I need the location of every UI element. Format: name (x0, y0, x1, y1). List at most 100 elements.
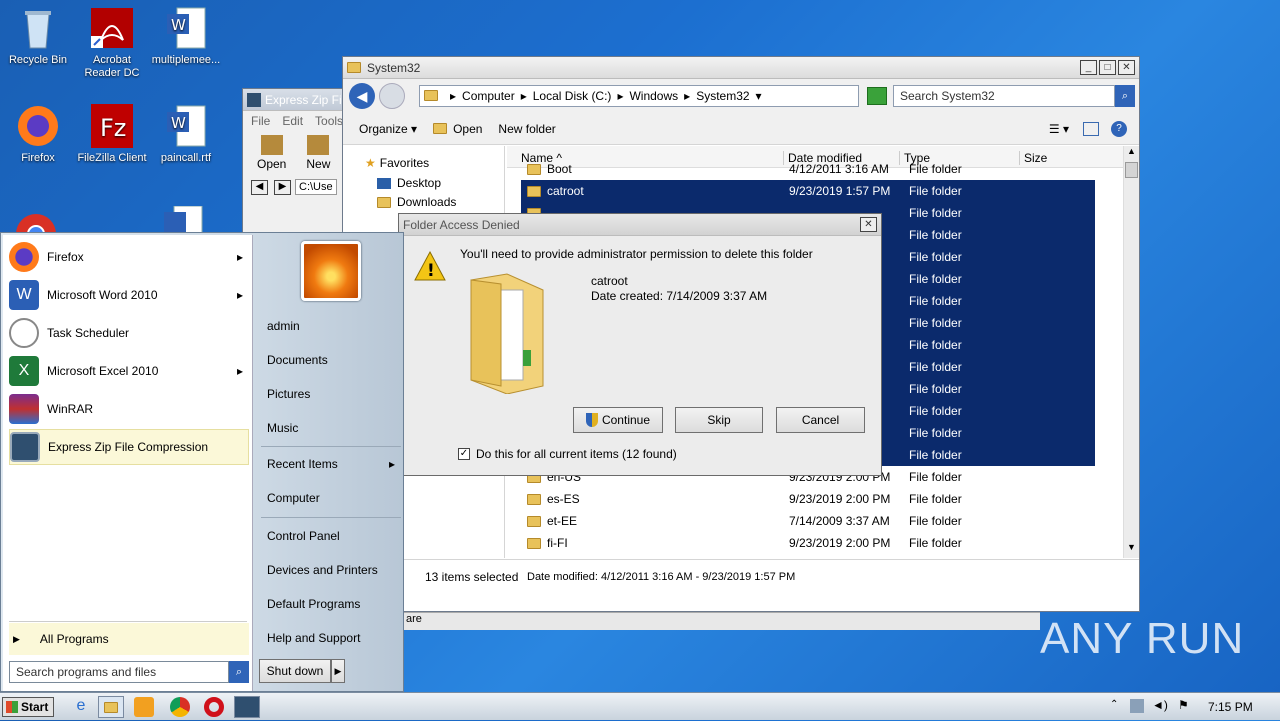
ie-icon[interactable]: e (68, 697, 94, 719)
firefox-icon (9, 242, 39, 272)
shutdown-button[interactable]: Shut down (259, 659, 331, 683)
menu-edit[interactable]: Edit (282, 114, 303, 128)
program-winrar[interactable]: WinRAR (9, 391, 249, 427)
open-button[interactable]: Open (257, 135, 286, 171)
start-right-item[interactable]: Help and Support (259, 623, 401, 653)
tray-network-icon[interactable] (1130, 699, 1144, 713)
maximize-button[interactable]: □ (1099, 60, 1116, 75)
dialog-close-button[interactable]: ✕ (860, 217, 877, 232)
menu-file[interactable]: File (251, 114, 270, 128)
word-icon: W (9, 280, 39, 310)
chevron-down-icon[interactable]: ▾ (756, 89, 762, 103)
word-document-icon[interactable] (162, 205, 204, 235)
new-package-icon (307, 135, 330, 155)
explorer-titlebar[interactable]: System32 _ □ ✕ (343, 57, 1139, 79)
file-name: fi-FI (547, 536, 568, 550)
file-row[interactable]: et-EE 7/14/2009 3:37 AM File folder (521, 510, 1095, 532)
breadcrumb-local-disk[interactable]: Local Disk (C:) (533, 89, 612, 103)
start-right-item[interactable]: Devices and Printers (259, 555, 401, 585)
scroll-thumb[interactable] (1125, 162, 1138, 178)
opera-icon[interactable] (204, 697, 224, 717)
address-field[interactable]: ▸ Computer ▸ Local Disk (C:) ▸ Windows ▸… (419, 85, 859, 107)
forward-button[interactable] (379, 83, 405, 109)
forward-arrow-icon[interactable]: ▶ (274, 179, 291, 195)
view-options-icon[interactable]: ☰ ▾ (1049, 122, 1069, 136)
user-picture[interactable] (301, 241, 361, 301)
start-right-item[interactable]: Default Programs (259, 589, 401, 619)
file-row[interactable]: es-ES 9/23/2019 2:00 PM File folder (521, 488, 1095, 510)
nav-downloads[interactable]: Downloads (377, 195, 456, 209)
scroll-up-icon[interactable]: ▲ (1124, 146, 1139, 162)
start-right-item[interactable]: Computer (259, 483, 401, 513)
desktop-icon-filezilla[interactable]: Fz FileZilla Client (74, 104, 150, 165)
cancel-button[interactable]: Cancel (776, 407, 865, 433)
nav-favorites[interactable]: ★ Favorites (365, 156, 429, 170)
open-button[interactable]: Open (433, 122, 482, 136)
explorer-title: System32 (367, 60, 421, 75)
help-icon[interactable]: ? (1111, 120, 1127, 137)
file-type: File folder (909, 184, 962, 198)
search-input[interactable]: Search System32 (893, 85, 1115, 107)
program-task-scheduler[interactable]: Task Scheduler (9, 315, 249, 351)
start-right-item[interactable]: Pictures (259, 379, 401, 409)
tray-expand-icon[interactable]: ⌃ (1110, 699, 1118, 710)
new-button[interactable]: New (306, 135, 330, 171)
chrome-taskbar-icon[interactable] (170, 697, 190, 717)
start-right-item[interactable]: Documents (259, 345, 401, 375)
file-row[interactable]: fi-FI 9/23/2019 2:00 PM File folder (521, 532, 1095, 554)
scroll-down-icon[interactable]: ▼ (1124, 542, 1139, 558)
explorer-taskbar-icon[interactable] (98, 696, 124, 718)
close-button[interactable]: ✕ (1118, 60, 1135, 75)
media-player-icon[interactable] (134, 697, 154, 717)
desktop-icon-recycle-bin[interactable]: Recycle Bin (0, 6, 76, 67)
folder-access-denied-dialog[interactable]: Folder Access Denied ✕ ! You'll need to … (398, 213, 882, 476)
menu-tools[interactable]: Tools (315, 114, 343, 128)
file-row[interactable]: catroot 9/23/2019 1:57 PM File folder (521, 180, 1095, 202)
folder-icon (347, 62, 361, 73)
all-programs-button[interactable]: ▶ All Programs (9, 623, 249, 655)
program-word[interactable]: W Microsoft Word 2010 ▸ (9, 277, 249, 313)
start-button[interactable]: Start (2, 697, 54, 717)
nav-desktop[interactable]: Desktop (377, 176, 441, 190)
program-excel[interactable]: X Microsoft Excel 2010 ▸ (9, 353, 249, 389)
start-right-item[interactable]: Recent Items ▸ (259, 449, 401, 479)
clock[interactable]: 7:15 PM (1208, 700, 1253, 714)
new-folder-button[interactable]: New folder (498, 122, 555, 136)
dialog-titlebar[interactable]: Folder Access Denied ✕ (399, 214, 881, 236)
desktop-icon-acrobat[interactable]: Acrobat Reader DC (74, 6, 150, 80)
start-search-input[interactable]: Search programs and files (9, 661, 229, 683)
start-search-icon[interactable]: ⌕ (229, 661, 249, 683)
back-arrow-icon[interactable]: ◀ (251, 179, 268, 195)
path-field[interactable]: C:\Use (295, 179, 337, 195)
desktop-icon-paincall[interactable]: W paincall.rtf (148, 104, 224, 165)
start-right-item[interactable]: Music (259, 413, 401, 443)
breadcrumb-system32[interactable]: System32 (696, 89, 749, 103)
continue-button[interactable]: Continue (573, 407, 663, 433)
vertical-scrollbar[interactable]: ▲ ▼ (1123, 146, 1139, 558)
file-row[interactable]: Boot 4/12/2011 3:16 AM File folder (521, 163, 1095, 180)
tray-volume-icon[interactable]: ◄) (1152, 698, 1168, 712)
program-express-zip[interactable]: Express Zip File Compression (9, 429, 249, 465)
breadcrumb-computer[interactable]: Computer (462, 89, 515, 103)
star-icon: ★ (365, 156, 376, 170)
minimize-button[interactable]: _ (1080, 60, 1097, 75)
preview-pane-icon[interactable] (1083, 121, 1099, 136)
skip-button[interactable]: Skip (675, 407, 763, 433)
breadcrumb-windows[interactable]: Windows (629, 89, 678, 103)
chrome-icon[interactable] (14, 204, 58, 243)
refresh-button[interactable] (867, 87, 887, 105)
apply-to-all-checkbox[interactable]: ✓ Do this for all current items (12 foun… (458, 447, 677, 461)
start-right-item[interactable]: admin (259, 311, 401, 341)
desktop-icon-firefox[interactable]: Firefox (0, 104, 76, 165)
express-zip-taskbar-icon[interactable] (234, 696, 260, 718)
file-type: File folder (909, 448, 962, 462)
start-right-item[interactable]: Control Panel (259, 521, 401, 551)
program-firefox[interactable]: Firefox ▸ (9, 239, 249, 275)
desktop-icon-multiplemee[interactable]: W multiplemee... (148, 6, 224, 67)
organize-button[interactable]: Organize ▾ (359, 122, 417, 136)
shutdown-options-button[interactable]: ▶ (331, 659, 345, 683)
search-icon[interactable]: ⌕ (1115, 85, 1135, 107)
tray-flag-icon[interactable]: ⚑ (1178, 698, 1189, 712)
chevron-right-icon: ▸ (520, 89, 527, 103)
back-button[interactable]: ◀ (349, 83, 375, 109)
